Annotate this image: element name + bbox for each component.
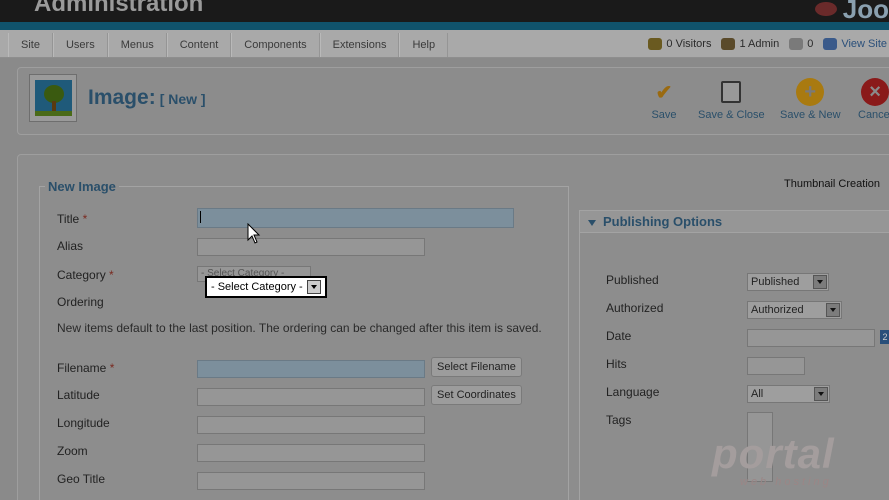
image-page-icon xyxy=(29,74,77,122)
joomla-logo-text: Joo xyxy=(842,0,889,22)
monitor-icon xyxy=(823,38,838,50)
cancel-button[interactable]: × Cancel xyxy=(858,78,889,121)
hits-label: Hits xyxy=(606,357,627,371)
status-area: 0 Visitors 1 Admin 0 View Site xyxy=(648,30,889,58)
chevron-down-icon xyxy=(813,275,827,289)
menu-site[interactable]: Site xyxy=(8,33,53,57)
geo-title-label: Geo Title xyxy=(57,472,106,486)
ordering-label: Ordering xyxy=(57,295,104,309)
set-coordinates-button[interactable]: Set Coordinates xyxy=(431,385,522,405)
zoom-input[interactable] xyxy=(197,444,425,462)
toolbar: Image:[ New ] ✔ Save Save & Close + Save… xyxy=(17,67,889,135)
published-label: Published xyxy=(606,273,659,287)
portal-watermark-logo: portal xyxy=(712,430,835,477)
chevron-down-icon xyxy=(307,280,321,294)
plus-icon: + xyxy=(796,78,825,106)
menu-content[interactable]: Content xyxy=(166,33,232,57)
longitude-label: Longitude xyxy=(57,416,110,430)
select-filename-button[interactable]: Select Filename xyxy=(431,357,522,377)
page-title: Image:[ New ] xyxy=(88,86,206,109)
date-input[interactable] xyxy=(747,329,875,347)
menu-bar: Site Users Menus Content Components Exte… xyxy=(0,30,889,58)
publishing-options-header[interactable]: Publishing Options xyxy=(580,211,889,233)
menu-users[interactable]: Users xyxy=(52,33,108,57)
admin-title: Administration xyxy=(34,0,204,17)
date-label: Date xyxy=(606,329,632,343)
category-select-highlight[interactable]: - Select Category - xyxy=(205,276,327,298)
thumbnail-creation-link[interactable]: Thumbnail Creation xyxy=(784,178,880,190)
zoom-label: Zoom xyxy=(57,444,88,458)
ordering-note: New items default to the last position. … xyxy=(57,321,542,335)
title-label: Title * xyxy=(57,212,88,226)
latitude-label: Latitude xyxy=(57,388,100,402)
new-image-fieldset: New Image Title * Alias Category * - Sel… xyxy=(39,179,569,500)
save-close-button[interactable]: Save & Close xyxy=(698,78,765,121)
admins-status: 1 Admin xyxy=(721,38,779,50)
joomla-logo-icon xyxy=(815,2,837,16)
latitude-input[interactable] xyxy=(197,388,425,406)
longitude-input[interactable] xyxy=(197,416,425,434)
authorized-select[interactable]: Authorized xyxy=(747,301,842,319)
alias-input[interactable] xyxy=(197,238,425,256)
language-label: Language xyxy=(606,385,660,399)
header-stripe xyxy=(0,22,889,30)
visitors-icon xyxy=(648,38,663,50)
floppy-disk-icon xyxy=(721,81,742,103)
messages-status[interactable]: 0 xyxy=(789,38,813,50)
menu-components[interactable]: Components xyxy=(231,33,320,57)
calendar-icon[interactable]: 2 xyxy=(880,330,889,344)
view-site-link[interactable]: View Site xyxy=(823,38,887,50)
collapse-triangle-icon xyxy=(588,219,596,226)
visitors-status: 0 Visitors xyxy=(648,38,711,50)
filename-label: Filename * xyxy=(57,361,115,375)
chevron-down-icon xyxy=(826,303,840,317)
save-button[interactable]: ✔ Save xyxy=(650,78,678,122)
filename-input[interactable] xyxy=(197,360,425,378)
top-bar: Administration Joo xyxy=(0,0,889,22)
authorized-label: Authorized xyxy=(606,301,664,315)
geo-title-input[interactable] xyxy=(197,472,425,490)
portal-watermark-subtitle: web hosting xyxy=(740,476,832,488)
language-select[interactable]: All xyxy=(747,385,830,403)
menu-extensions[interactable]: Extensions xyxy=(319,33,400,57)
mouse-cursor-icon xyxy=(247,223,261,244)
save-new-button[interactable]: + Save & New xyxy=(780,78,841,121)
category-label: Category * xyxy=(57,268,114,282)
menu-help[interactable]: Help xyxy=(399,33,449,57)
admin-users-icon xyxy=(721,38,736,50)
hits-input xyxy=(747,357,805,375)
main-menu: Site Users Menus Content Components Exte… xyxy=(8,33,449,57)
published-select[interactable]: Published xyxy=(747,273,829,291)
messages-icon xyxy=(789,38,804,50)
close-icon: × xyxy=(861,78,889,106)
page-subtitle: [ New ] xyxy=(159,91,206,107)
title-input[interactable] xyxy=(197,208,514,228)
menu-menus[interactable]: Menus xyxy=(107,33,167,57)
fieldset-legend: New Image xyxy=(45,179,119,194)
alias-label: Alias xyxy=(57,239,84,253)
checkmark-icon: ✔ xyxy=(655,81,673,104)
chevron-down-icon xyxy=(814,387,828,401)
tags-label: Tags xyxy=(606,413,632,427)
